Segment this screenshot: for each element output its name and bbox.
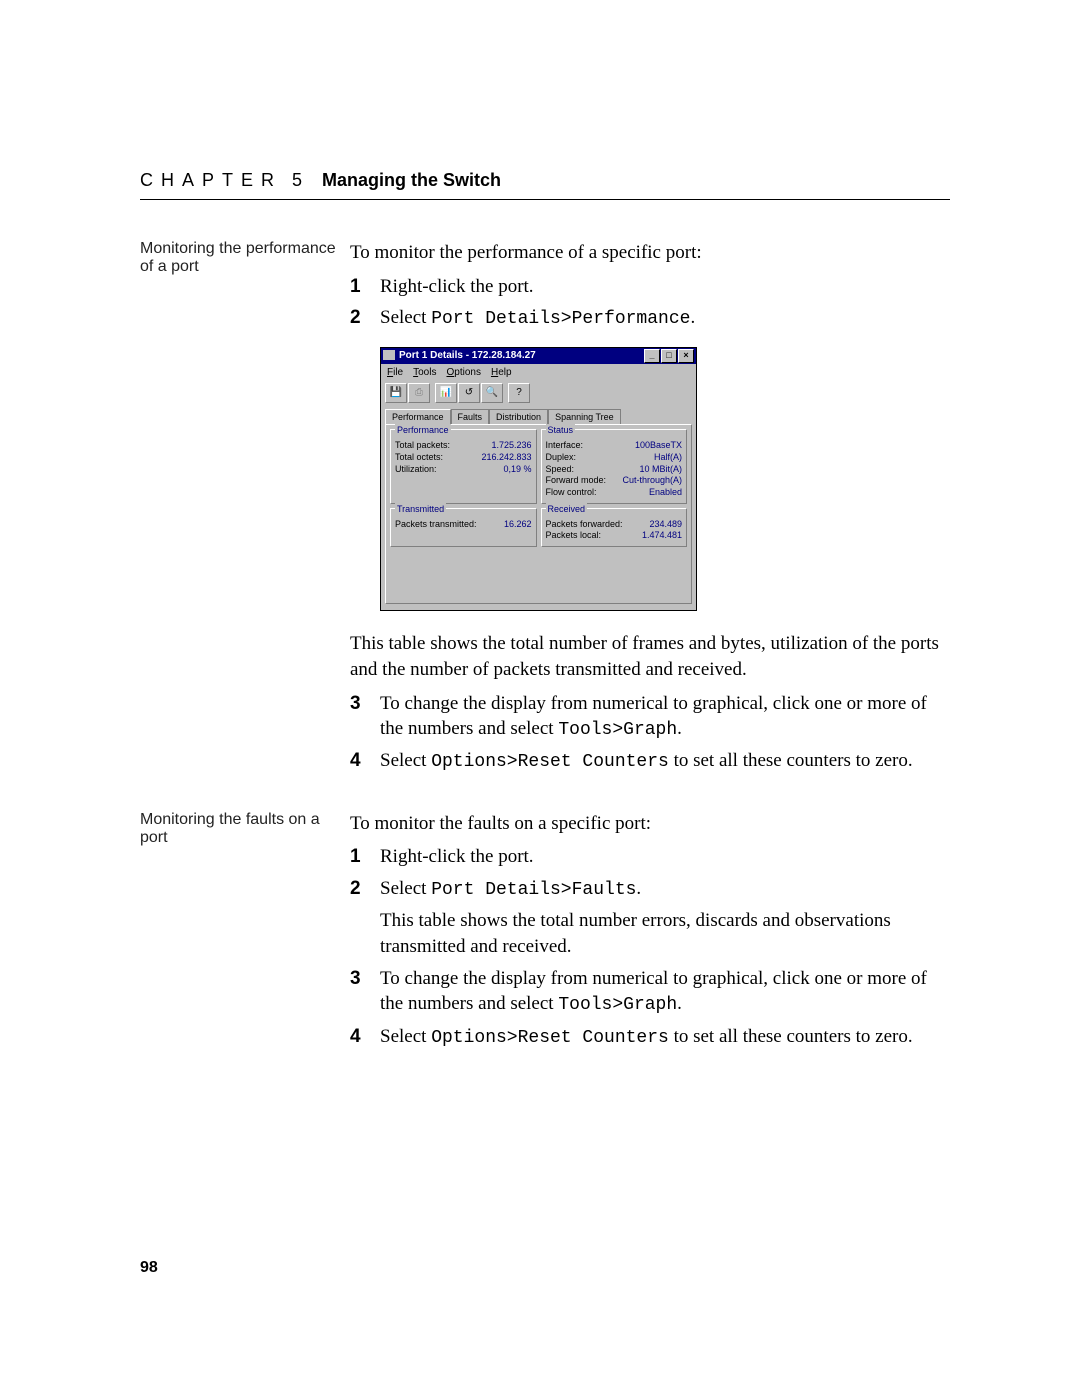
step-number: 1 <box>350 844 380 870</box>
tab-faults[interactable]: Faults <box>451 409 490 424</box>
step-number: 3 <box>350 966 380 1018</box>
menu-options[interactable]: Options <box>446 366 480 380</box>
chapter-header: CHAPTER 5 Managing the Switch <box>140 170 950 200</box>
tab-distribution[interactable]: Distribution <box>489 409 548 424</box>
fieldset-performance: Performance Total packets:1.725.236 Tota… <box>390 429 537 503</box>
step-number: 1 <box>350 274 380 300</box>
section1-explanation: This table shows the total number of fra… <box>350 631 950 682</box>
app-icon <box>383 350 395 360</box>
print-icon[interactable]: ⎙ <box>408 383 430 403</box>
fieldset-transmitted: Transmitted Packets transmitted:16.262 <box>390 508 537 547</box>
page-number: 98 <box>140 1259 158 1277</box>
step-text: Select Port Details>Performance. <box>380 305 950 331</box>
step-number: 4 <box>350 1024 380 1050</box>
refresh-icon[interactable]: 🔍 <box>481 383 503 403</box>
section2-intro: To monitor the faults on a specific port… <box>350 811 950 837</box>
help-icon[interactable]: ? <box>508 383 530 403</box>
chapter-title: Managing the Switch <box>322 170 501 190</box>
tab-strip: Performance Faults Distribution Spanning… <box>385 409 692 424</box>
step-item: 3 To change the display from numerical t… <box>350 966 950 1018</box>
step-number: 3 <box>350 691 380 743</box>
step-number: 2 <box>350 305 380 331</box>
tab-spanning-tree[interactable]: Spanning Tree <box>548 409 621 424</box>
step-number: 4 <box>350 748 380 774</box>
close-button[interactable]: × <box>678 349 694 363</box>
menu-tools[interactable]: Tools <box>413 366 436 380</box>
chart-icon[interactable]: 📊 <box>435 383 457 403</box>
tab-performance[interactable]: Performance <box>385 409 451 424</box>
title-bar: Port 1 Details - 172.28.184.27 _ □ × <box>381 348 696 364</box>
port-details-window: Port 1 Details - 172.28.184.27 _ □ × Fil… <box>380 347 697 612</box>
menu-file[interactable]: File <box>387 366 403 380</box>
fieldset-received: Received Packets forwarded:234.489 Packe… <box>541 508 688 547</box>
maximize-button[interactable]: □ <box>661 349 677 363</box>
step-item: 1 Right-click the port. <box>350 844 950 870</box>
tab-content: Performance Total packets:1.725.236 Tota… <box>385 424 692 604</box>
legend-status: Status <box>546 424 576 436</box>
legend-received: Received <box>546 503 588 515</box>
step-text: Select Options>Reset Counters to set all… <box>380 1024 950 1050</box>
reset-icon[interactable]: ↺ <box>458 383 480 403</box>
step-text: To change the display from numerical to … <box>380 691 950 743</box>
step-text: Right-click the port. <box>380 844 950 870</box>
minimize-button[interactable]: _ <box>644 349 660 363</box>
section1-intro: To monitor the performance of a specific… <box>350 240 950 266</box>
step-text: To change the display from numerical to … <box>380 966 950 1018</box>
step-item: 2 Select Port Details>Performance. <box>350 305 950 331</box>
step-item: 4 Select Options>Reset Counters to set a… <box>350 1024 950 1050</box>
menu-help[interactable]: Help <box>491 366 512 380</box>
step-text: Select Options>Reset Counters to set all… <box>380 748 950 774</box>
margin-note-faults: Monitoring the faults on a port <box>140 811 350 1056</box>
margin-note-performance: Monitoring the performance of a port <box>140 240 350 781</box>
step-item: 4 Select Options>Reset Counters to set a… <box>350 748 950 774</box>
step-text: Right-click the port. <box>380 274 950 300</box>
save-icon[interactable]: 💾 <box>385 383 407 403</box>
fieldset-status: Status Interface:100BaseTX Duplex:Half(A… <box>541 429 688 503</box>
menu-bar: File Tools Options Help <box>381 364 696 382</box>
step-item: 1 Right-click the port. <box>350 274 950 300</box>
step-item: 2 Select Port Details>Faults. This table… <box>350 876 950 960</box>
legend-transmitted: Transmitted <box>395 503 446 515</box>
step-number: 2 <box>350 876 380 960</box>
chapter-label: CHAPTER <box>140 170 282 190</box>
legend-performance: Performance <box>395 424 451 436</box>
chapter-number: 5 <box>292 170 302 190</box>
step-text: Select Port Details>Faults. This table s… <box>380 876 950 960</box>
toolbar: 💾 ⎙ 📊 ↺ 🔍 ? <box>381 381 696 405</box>
step-item: 3 To change the display from numerical t… <box>350 691 950 743</box>
window-title: Port 1 Details - 172.28.184.27 <box>399 350 536 361</box>
